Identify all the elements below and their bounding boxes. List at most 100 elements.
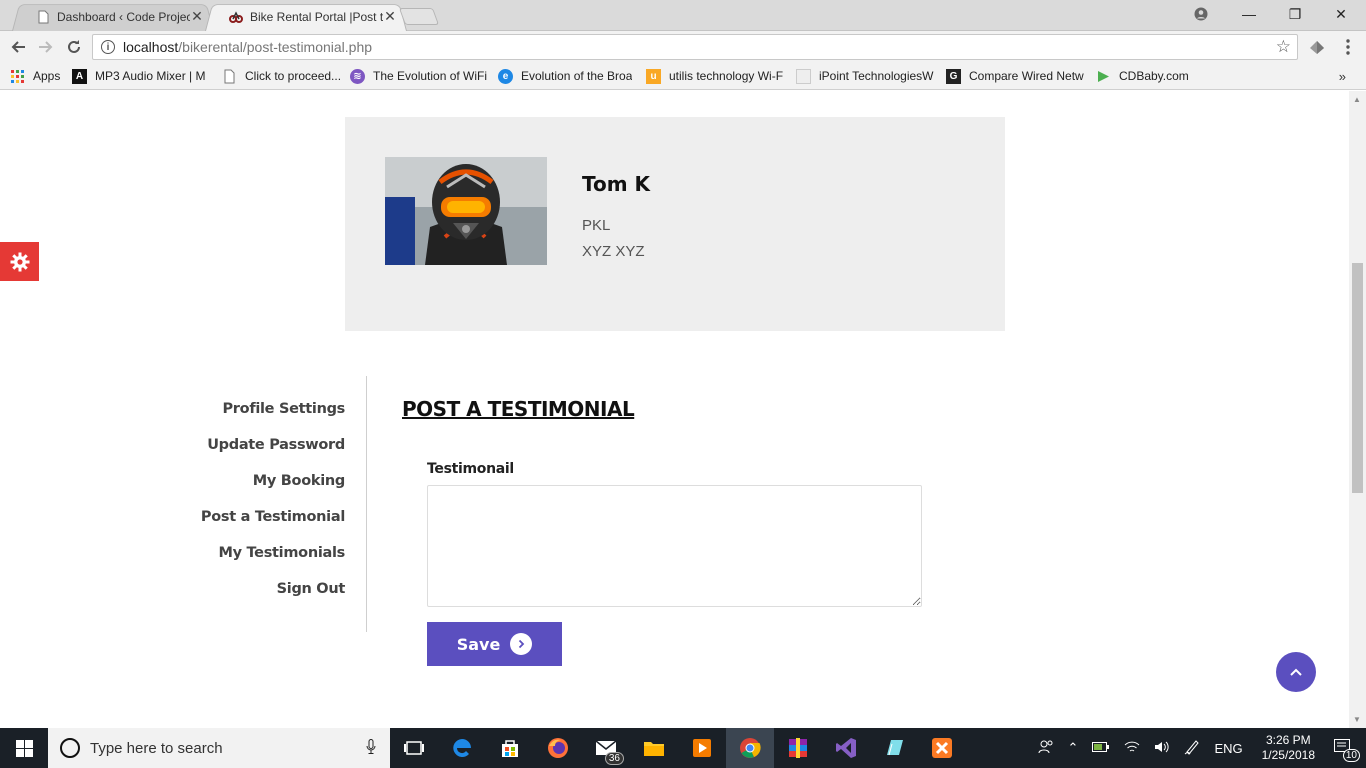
bookmark-label: MP3 Audio Mixer | M	[95, 69, 206, 83]
bookmark-utilis[interactable]: u utilis technology Wi-F	[646, 68, 786, 84]
taskbar-search[interactable]: Type here to search	[48, 728, 390, 768]
site-info-icon[interactable]: i	[101, 40, 115, 54]
back-icon[interactable]	[6, 35, 30, 59]
sidebar-item-post-testimonial[interactable]: Post a Testimonial	[201, 509, 345, 525]
wifi-icon: ≋	[350, 68, 365, 84]
tab-dashboard[interactable]: Dashboard ‹ Code Projec ✕	[12, 2, 214, 32]
bookmark-broadband-evolution[interactable]: e Evolution of the Broa	[498, 68, 636, 84]
url-path: /bikerental/post-testimonial.php	[178, 39, 373, 55]
store-icon[interactable]	[486, 728, 534, 768]
cdbaby-icon	[1098, 70, 1109, 82]
clock-date: 1/25/2018	[1261, 748, 1315, 762]
scroll-down-arrow-icon[interactable]: ▼	[1353, 715, 1361, 724]
mail-badge: 36	[604, 752, 624, 765]
address-bar[interactable]: i localhost/bikerental/post-testimonial.…	[92, 34, 1298, 60]
volume-icon[interactable]	[1154, 740, 1170, 757]
chevron-up-icon	[1290, 668, 1302, 676]
reload-icon[interactable]	[62, 35, 86, 59]
page-icon	[38, 10, 49, 23]
save-button[interactable]: Save	[427, 622, 562, 666]
bookmark-compare-wired[interactable]: G Compare Wired Netw	[946, 68, 1086, 84]
bookmark-apps[interactable]: Apps	[10, 69, 62, 84]
cortana-icon	[60, 738, 80, 758]
page-scrollbar[interactable]: ▲ ▼	[1349, 91, 1366, 728]
bookmark-label: utilis technology Wi-F	[669, 69, 784, 83]
profile-card: Tom K PKL XYZ XYZ	[345, 117, 1005, 331]
browser-tabstrip: Dashboard ‹ Code Projec ✕ Bike Rental Po…	[0, 0, 1366, 32]
bookmarks-overflow-icon[interactable]: »	[1339, 69, 1346, 84]
bookmark-mp3-mixer[interactable]: A MP3 Audio Mixer | M	[72, 68, 212, 84]
xampp-icon[interactable]	[918, 728, 966, 768]
settings-gear-tab[interactable]	[0, 242, 39, 281]
account-sidebar: Profile Settings Update Password My Book…	[160, 376, 367, 632]
forward-icon[interactable]	[34, 35, 58, 59]
show-hidden-icons-icon[interactable]: ⌃	[1068, 740, 1079, 756]
network-icon[interactable]	[1124, 740, 1140, 757]
sidebar-item-sign-out[interactable]: Sign Out	[277, 581, 346, 597]
bookmark-wifi-evolution[interactable]: ≋ The Evolution of WiFi	[350, 68, 488, 84]
chrome-icon[interactable]	[726, 728, 774, 768]
bookmark-label: Apps	[33, 69, 61, 83]
scroll-up-arrow-icon[interactable]: ▲	[1353, 95, 1361, 104]
bookmark-label: Compare Wired Netw	[969, 69, 1084, 83]
start-button[interactable]	[0, 728, 48, 768]
taskbar-clock[interactable]: 3:26 PM 1/25/2018	[1262, 733, 1315, 763]
new-tab-button[interactable]	[398, 8, 440, 25]
chrome-menu-icon[interactable]	[1336, 35, 1360, 59]
bookmark-label: CDBaby.com	[1119, 69, 1189, 83]
windows-taskbar: Type here to search 36 ⌃ ENG 3:26 PM 1/2…	[0, 728, 1366, 768]
winrar-icon[interactable]	[774, 728, 822, 768]
action-center-icon[interactable]: 10	[1334, 738, 1360, 762]
broadband-icon: e	[498, 68, 513, 84]
firefox-icon[interactable]	[534, 728, 582, 768]
file-explorer-icon[interactable]	[630, 728, 678, 768]
notification-count: 10	[1342, 748, 1360, 762]
gear-icon	[10, 252, 29, 271]
scrollbar-thumb[interactable]	[1352, 263, 1363, 493]
bike-rental-favicon	[229, 10, 243, 23]
visual-studio-icon[interactable]	[822, 728, 870, 768]
people-icon[interactable]	[1038, 739, 1054, 758]
chevron-right-icon	[510, 633, 533, 655]
input-language[interactable]: ENG	[1214, 741, 1242, 756]
task-view-icon[interactable]	[390, 728, 438, 768]
sidebar-item-profile-settings[interactable]: Profile Settings	[222, 401, 345, 417]
profile-name: Tom K	[582, 172, 651, 196]
system-tray: ⌃ ENG 3:26 PM 1/25/2018 10	[1031, 728, 1366, 768]
bookmark-ipoint[interactable]: iPoint TechnologiesW	[796, 68, 936, 84]
notepad-app-icon[interactable]	[870, 728, 918, 768]
battery-icon[interactable]	[1092, 741, 1110, 756]
minimize-button[interactable]: —	[1226, 0, 1272, 28]
tab-bike-rental[interactable]: Bike Rental Portal |Post te ✕	[205, 2, 407, 32]
bookmark-cdbaby[interactable]: CDBaby.com	[1096, 69, 1196, 84]
testimonial-textarea[interactable]	[427, 485, 922, 607]
page-title: POST A TESTIMONIAL	[402, 397, 635, 421]
microphone-icon[interactable]	[366, 738, 376, 758]
pen-ink-icon[interactable]	[1184, 739, 1200, 758]
bookmark-star-icon[interactable]: ☆	[1276, 37, 1291, 57]
close-window-button[interactable]: ✕	[1318, 0, 1364, 28]
restore-button[interactable]: ❐	[1272, 0, 1318, 28]
bookmark-click-proceed[interactable]: Click to proceed...	[222, 69, 340, 84]
sidebar-item-my-testimonials[interactable]: My Testimonials	[218, 545, 345, 561]
g-icon: G	[946, 68, 961, 84]
media-player-icon[interactable]	[678, 728, 726, 768]
browser-toolbar: i localhost/bikerental/post-testimonial.…	[0, 31, 1366, 63]
tab-close-icon[interactable]: ✕	[190, 8, 204, 25]
profile-account-icon[interactable]	[1178, 0, 1224, 28]
profile-address: XYZ XYZ	[582, 243, 645, 260]
save-button-label: Save	[456, 634, 501, 654]
bookmark-label: Click to proceed...	[245, 69, 340, 83]
edge-icon[interactable]	[438, 728, 486, 768]
sidebar-item-my-booking[interactable]: My Booking	[253, 473, 346, 489]
taskbar-search-placeholder: Type here to search	[90, 739, 223, 757]
page-icon	[224, 69, 235, 83]
back-to-top-button[interactable]	[1276, 652, 1316, 692]
extension-icon[interactable]	[1305, 35, 1329, 59]
bookmark-label: iPoint TechnologiesW	[819, 69, 934, 83]
page-content: Tom K PKL XYZ XYZ Profile Settings Updat…	[0, 91, 1349, 728]
sidebar-item-update-password[interactable]: Update Password	[207, 437, 345, 453]
tab-close-icon[interactable]: ✕	[383, 8, 397, 25]
tab-title: Bike Rental Portal |Post te	[250, 9, 383, 24]
mail-icon[interactable]: 36	[582, 728, 630, 768]
